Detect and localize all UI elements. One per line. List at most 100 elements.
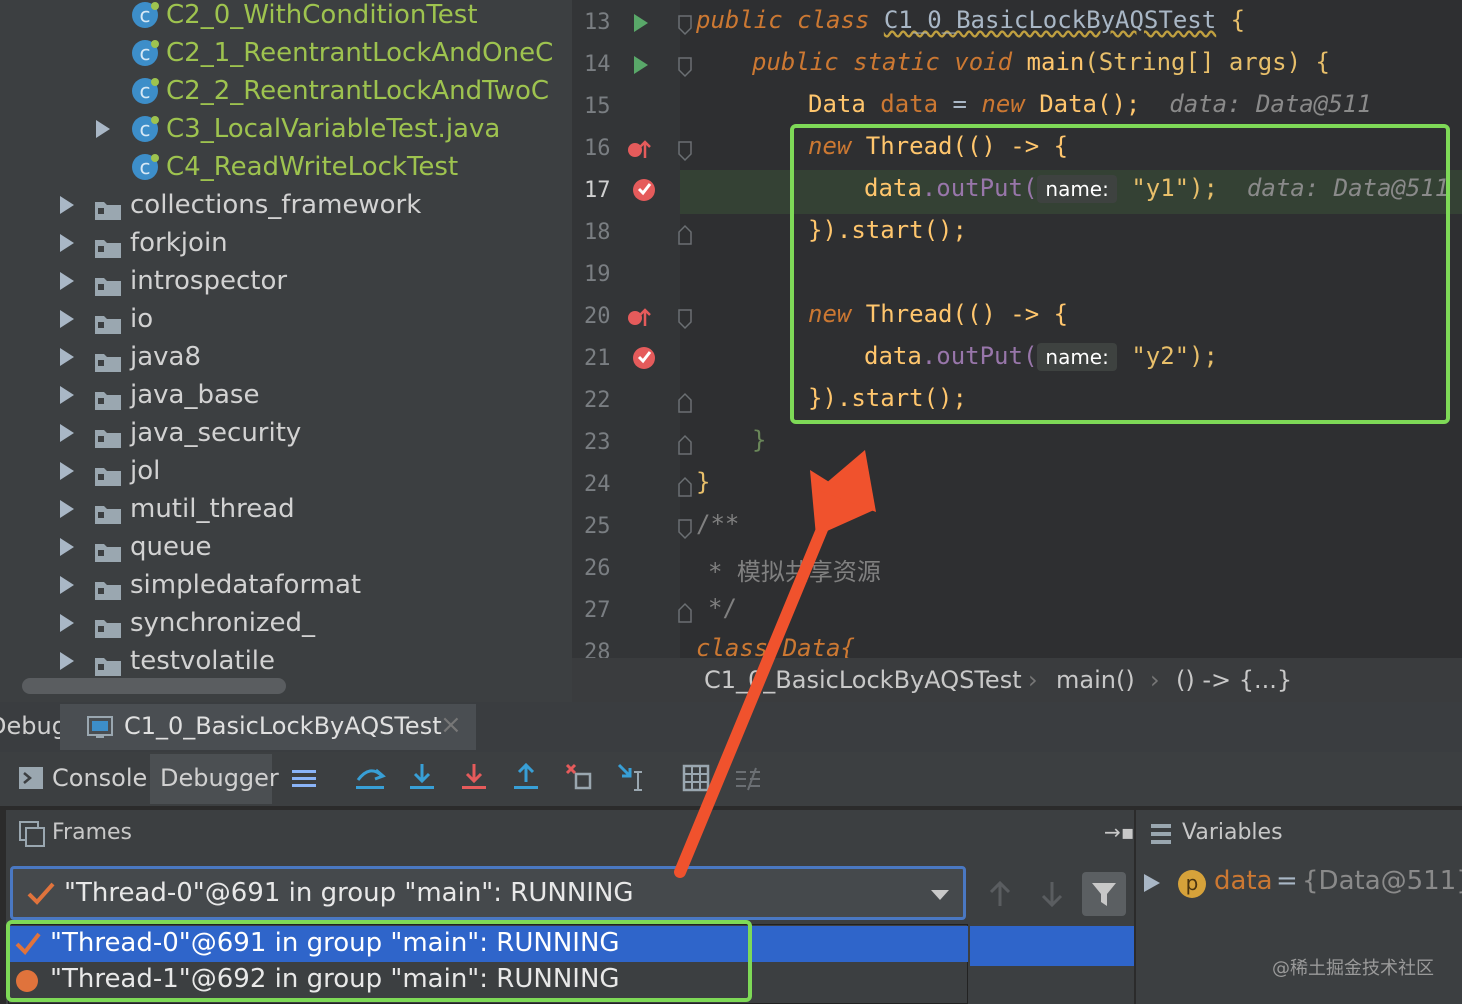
tab-console[interactable]: Console bbox=[52, 764, 147, 792]
expand-arrow-icon[interactable] bbox=[60, 652, 74, 670]
tree-item-label: mutil_thread bbox=[130, 494, 295, 524]
tree-item-label: C4_ReadWriteLockTest bbox=[166, 152, 459, 182]
tree-item-label: java_base bbox=[130, 380, 260, 410]
drop-frame-icon[interactable] bbox=[564, 762, 594, 792]
code-keyword: public class bbox=[696, 6, 884, 34]
tree-item[interactable]: jol bbox=[0, 452, 572, 490]
code-line-13: public class C1_0_BasicLockByAQSTest { bbox=[696, 6, 1245, 34]
expand-arrow-icon[interactable] bbox=[60, 576, 74, 594]
fold-marker-icon[interactable] bbox=[676, 224, 694, 246]
tree-item[interactable]: synchronized_ bbox=[0, 604, 572, 642]
tree-item[interactable]: forkjoin bbox=[0, 224, 572, 262]
expand-arrow-icon[interactable] bbox=[60, 500, 74, 518]
force-step-into-icon[interactable] bbox=[460, 762, 488, 792]
package-folder-icon bbox=[94, 498, 122, 524]
step-into-icon[interactable] bbox=[408, 762, 436, 792]
expand-arrow-icon[interactable] bbox=[60, 424, 74, 442]
line-number: 14 bbox=[584, 52, 611, 77]
package-folder-icon bbox=[94, 536, 122, 562]
tree-item[interactable]: java_base bbox=[0, 376, 572, 414]
step-over-icon[interactable] bbox=[354, 762, 386, 792]
expand-arrow-icon[interactable] bbox=[60, 614, 74, 632]
debug-session-title[interactable]: C1_0_BasicLockByAQSTest bbox=[124, 712, 442, 740]
code-brace: { bbox=[1216, 6, 1246, 34]
line-number-current: 17 bbox=[584, 178, 611, 203]
run-to-cursor-icon[interactable] bbox=[616, 762, 648, 794]
tree-item[interactable]: introspector bbox=[0, 262, 572, 300]
expand-arrow-icon[interactable] bbox=[1142, 872, 1162, 894]
horizontal-scrollbar[interactable] bbox=[22, 678, 286, 694]
variable-name[interactable]: data bbox=[1214, 866, 1273, 896]
arrow-down-icon[interactable] bbox=[1040, 880, 1064, 908]
expand-arrow-icon[interactable] bbox=[60, 272, 74, 290]
breakpoint-icon[interactable] bbox=[632, 176, 658, 202]
show-execution-point-icon[interactable] bbox=[290, 766, 318, 792]
tree-item[interactable]: c C2_0_WithConditionTest bbox=[0, 0, 572, 34]
tree-item[interactable]: io bbox=[0, 300, 572, 338]
expand-arrow-icon[interactable] bbox=[60, 386, 74, 404]
line-number: 24 bbox=[584, 472, 611, 497]
run-icon[interactable] bbox=[632, 54, 650, 76]
restore-layout-icon[interactable]: →▪ bbox=[1104, 820, 1134, 844]
console-icon bbox=[19, 767, 43, 789]
svg-text:c: c bbox=[140, 3, 151, 27]
fold-marker-icon[interactable] bbox=[676, 308, 694, 330]
tree-item[interactable]: java_security bbox=[0, 414, 572, 452]
fold-marker-icon[interactable] bbox=[676, 56, 694, 78]
tree-item[interactable]: queue bbox=[0, 528, 572, 566]
package-folder-icon bbox=[94, 194, 122, 220]
tree-item[interactable]: mutil_thread bbox=[0, 490, 572, 528]
code-line-14: public static void main(String[] args) { bbox=[752, 48, 1330, 76]
expand-arrow-icon[interactable] bbox=[60, 234, 74, 252]
fold-marker-icon[interactable] bbox=[676, 392, 694, 414]
code-operator: = bbox=[938, 90, 982, 118]
line-number: 15 bbox=[584, 94, 611, 119]
breadcrumb-lambda[interactable]: () -> {...} bbox=[1176, 666, 1292, 694]
fold-marker-icon[interactable] bbox=[676, 140, 694, 162]
annotation-arrow-icon bbox=[674, 450, 876, 878]
tree-item[interactable]: c C3_LocalVariableTest.java bbox=[0, 110, 572, 148]
tree-item[interactable]: c C4_ReadWriteLockTest bbox=[0, 148, 572, 186]
arrow-up-icon[interactable] bbox=[988, 880, 1012, 908]
breadcrumb-method[interactable]: main() bbox=[1056, 666, 1135, 694]
chevron-right-icon: › bbox=[1028, 666, 1038, 694]
run-icon[interactable] bbox=[632, 12, 650, 34]
tree-item[interactable]: testvolatile bbox=[0, 642, 572, 680]
svg-text:c: c bbox=[140, 155, 151, 179]
tree-item-label: introspector bbox=[130, 266, 288, 296]
line-number: 21 bbox=[584, 346, 611, 371]
expand-arrow-icon[interactable] bbox=[60, 462, 74, 480]
svg-text:c: c bbox=[140, 117, 151, 141]
code-params: (String[] args) { bbox=[1084, 48, 1330, 76]
java-class-icon: c bbox=[130, 152, 160, 182]
code-type: Data bbox=[808, 90, 881, 118]
tree-item[interactable]: c C2_2_ReentrantLockAndTwoC bbox=[0, 72, 572, 110]
code-keyword: public static void bbox=[752, 48, 1027, 76]
tree-item[interactable]: c C2_1_ReentrantLockAndOneC bbox=[0, 34, 572, 72]
expand-arrow-icon[interactable] bbox=[60, 538, 74, 556]
java-class-icon: c bbox=[130, 38, 160, 68]
lambda-breakpoint-icon[interactable] bbox=[626, 306, 652, 330]
step-out-icon[interactable] bbox=[512, 762, 540, 792]
tree-item[interactable]: java8 bbox=[0, 338, 572, 376]
expand-arrow-icon[interactable] bbox=[60, 348, 74, 366]
breakpoint-icon[interactable] bbox=[632, 344, 658, 370]
chevron-down-icon[interactable] bbox=[930, 888, 950, 902]
expand-arrow-icon[interactable] bbox=[60, 310, 74, 328]
line-number: 27 bbox=[584, 598, 611, 623]
expand-arrow-icon[interactable] bbox=[60, 196, 74, 214]
package-folder-icon bbox=[94, 384, 122, 410]
expand-arrow-icon[interactable] bbox=[96, 120, 110, 138]
svg-text:c: c bbox=[140, 41, 151, 65]
package-folder-icon bbox=[94, 270, 122, 296]
tree-item[interactable]: simpledataformat bbox=[0, 566, 572, 604]
close-tab-icon[interactable]: × bbox=[440, 710, 462, 740]
thread-suspended-check-icon bbox=[27, 882, 55, 905]
lambda-breakpoint-icon[interactable] bbox=[626, 138, 652, 162]
tree-item[interactable]: collections_framework bbox=[0, 186, 572, 224]
frames-header bbox=[6, 810, 1134, 860]
package-folder-icon bbox=[94, 232, 122, 258]
watermark: @稀土掘金技术社区 bbox=[1272, 958, 1434, 979]
fold-marker-icon[interactable] bbox=[676, 14, 694, 36]
tab-debugger[interactable]: Debugger bbox=[160, 764, 279, 792]
